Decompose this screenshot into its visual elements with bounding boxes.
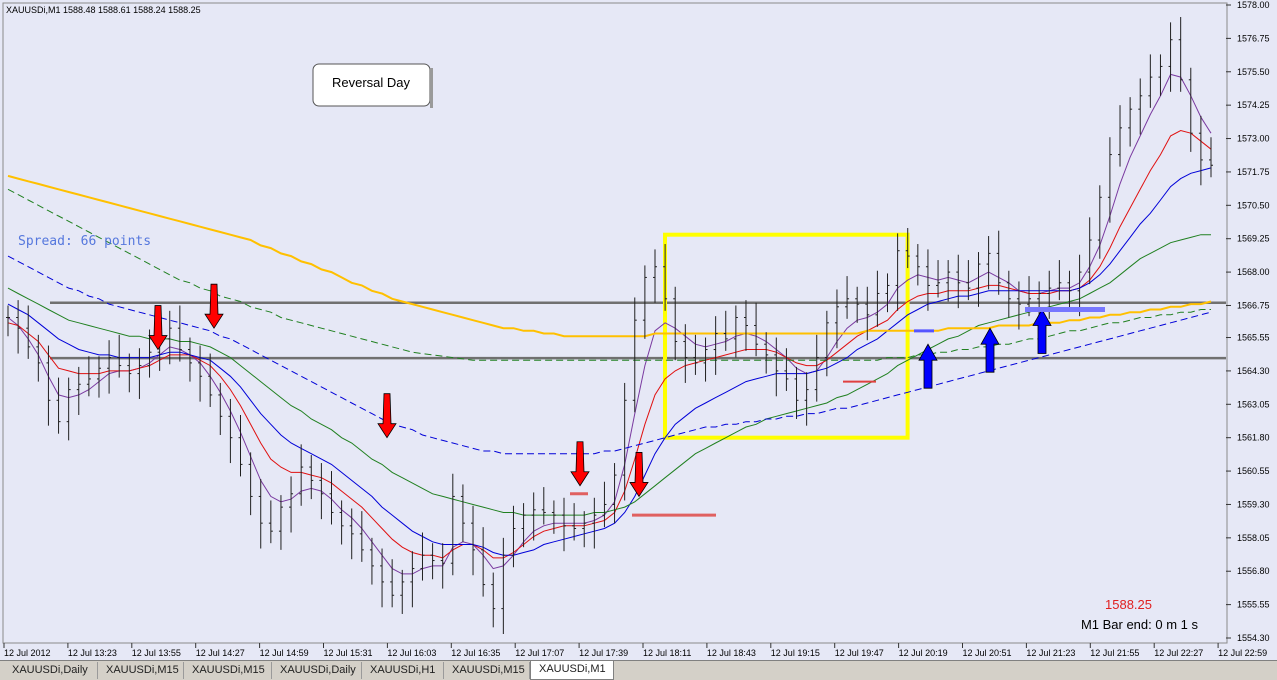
y-tick-label: 1571.75 xyxy=(1237,167,1270,177)
y-tick-label: 1559.30 xyxy=(1237,499,1270,509)
chart-tab-bar: XAUUSDi,Daily XAUUSDi,M15 XAUUSDi,M15 XAUUS… xyxy=(0,660,1277,680)
y-tick-label: 1568.00 xyxy=(1237,267,1270,277)
chart-background xyxy=(0,0,1277,660)
x-tick-label: 12 Jul 16:35 xyxy=(451,648,500,658)
y-tick-label: 1569.25 xyxy=(1237,234,1270,244)
reversal-day-label[interactable]: Reversal Day xyxy=(312,63,433,108)
spread-label: Spread: 66 points xyxy=(18,234,151,249)
x-tick-label: 12 Jul 18:43 xyxy=(707,648,756,658)
x-tick-label: 12 Jul 17:07 xyxy=(515,648,564,658)
x-tick-label: 12 Jul 17:39 xyxy=(579,648,628,658)
y-tick-label: 1555.55 xyxy=(1237,600,1270,610)
y-tick-label: 1554.30 xyxy=(1237,633,1270,643)
y-tick-label: 1576.75 xyxy=(1237,33,1270,43)
x-tick-label: 12 Jul 20:19 xyxy=(899,648,948,658)
x-tick-label: 12 Jul 14:27 xyxy=(196,648,245,658)
tab-xauusdi-daily[interactable]: XAUUSDi,Daily xyxy=(272,662,362,679)
x-tick-label: 12 Jul 21:55 xyxy=(1090,648,1139,658)
x-tick-label: 12 Jul 14:59 xyxy=(260,648,309,658)
x-tick-label: 12 Jul 13:55 xyxy=(132,648,181,658)
y-tick-label: 1560.55 xyxy=(1237,466,1270,476)
x-tick-label: 12 Jul 20:51 xyxy=(963,648,1012,658)
tab-xauusdi-m15[interactable]: XAUUSDi,M15 xyxy=(98,662,184,679)
tab-xauusdi-m15[interactable]: XAUUSDi,M15 xyxy=(184,662,272,679)
reversal-day-shadow xyxy=(430,68,433,108)
y-tick-label: 1556.80 xyxy=(1237,566,1270,576)
y-tick-label: 1578.00 xyxy=(1237,0,1270,10)
x-tick-label: 12 Jul 15:31 xyxy=(324,648,373,658)
chart-area[interactable]: 1578.00 1576.75 1575.50 1574.25 1573.00 1571.… xyxy=(0,0,1277,660)
y-tick-label: 1558.05 xyxy=(1237,533,1270,543)
tab-xauusdi-m15[interactable]: XAUUSDi,M15 xyxy=(444,662,530,679)
symbol-header: XAUUSDi,M1 1588.48 1588.61 1588.24 1588.… xyxy=(6,5,201,15)
current-price-label: 1588.25 xyxy=(1105,597,1152,612)
y-tick-label: 1565.55 xyxy=(1237,333,1270,343)
y-tick-label: 1573.00 xyxy=(1237,134,1270,144)
x-tick-label: 12 Jul 19:47 xyxy=(835,648,884,658)
tab-xauusdi-h1[interactable]: XAUUSDi,H1 xyxy=(362,662,444,679)
price-chart[interactable]: 1578.00 1576.75 1575.50 1574.25 1573.00 1571.… xyxy=(0,0,1277,660)
tab-xauusdi-daily[interactable]: XAUUSDi,Daily xyxy=(4,662,98,679)
x-tick-label: 12 Jul 18:11 xyxy=(643,648,691,658)
y-tick-label: 1574.25 xyxy=(1237,100,1270,110)
x-tick-label: 12 Jul 19:15 xyxy=(771,648,820,658)
tab-xauusdi-m1[interactable]: XAUUSDi,M1 xyxy=(530,661,614,680)
y-tick-label: 1566.75 xyxy=(1237,300,1270,310)
y-tick-label: 1563.05 xyxy=(1237,399,1270,409)
reversal-day-text: Reversal Day xyxy=(332,75,411,90)
x-tick-label: 12 Jul 22:59 xyxy=(1218,648,1267,658)
x-tick-label: 12 Jul 2012 xyxy=(4,648,51,658)
x-tick-label: 12 Jul 22:27 xyxy=(1154,648,1203,658)
y-tick-label: 1561.80 xyxy=(1237,433,1270,443)
y-tick-label: 1575.50 xyxy=(1237,67,1270,77)
bar-end-timer: M1 Bar end: 0 m 1 s xyxy=(1081,617,1199,632)
y-tick-label: 1570.50 xyxy=(1237,200,1270,210)
x-tick-label: 12 Jul 13:23 xyxy=(68,648,117,658)
y-tick-label: 1564.30 xyxy=(1237,366,1270,376)
x-tick-label: 12 Jul 16:03 xyxy=(387,648,436,658)
x-tick-label: 12 Jul 21:23 xyxy=(1026,648,1075,658)
